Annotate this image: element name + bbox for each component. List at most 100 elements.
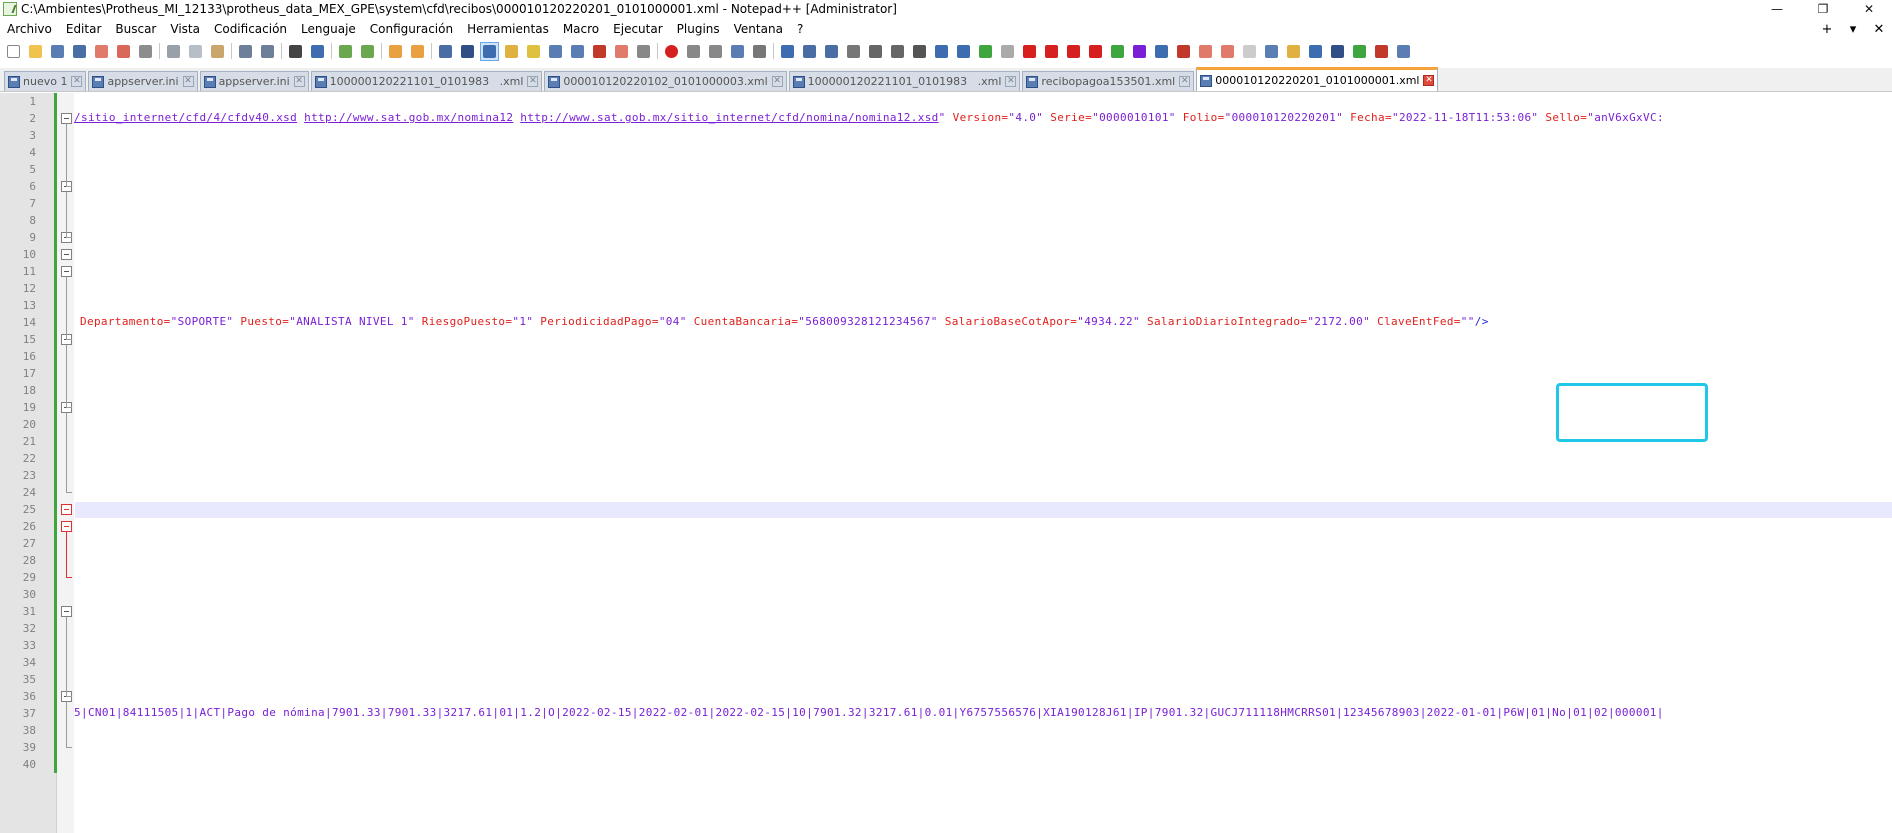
redo-icon[interactable] (258, 42, 277, 61)
xsd-link[interactable]: /sitio_internet/cfd/4/cfdv40.xsd (74, 111, 297, 124)
sync-vertical-icon[interactable] (386, 42, 405, 61)
plugin-icon-7[interactable] (954, 42, 973, 61)
new-file-icon[interactable] (4, 42, 23, 61)
menu-editar[interactable]: Editar (59, 22, 109, 36)
plugin-icon-1[interactable] (778, 42, 797, 61)
menu-buscar[interactable]: Buscar (108, 22, 163, 36)
menu-archivo[interactable]: Archivo (0, 22, 59, 36)
last-bookmark-icon[interactable] (1086, 42, 1105, 61)
close-icon[interactable] (92, 42, 111, 61)
tab-recibopagoa153501[interactable]: recibopagoa153501.xml ✕ (1022, 71, 1195, 91)
plugin-icon-4[interactable] (844, 42, 863, 61)
plugin-icon-12[interactable] (1174, 42, 1193, 61)
plugin-icon-11[interactable] (1152, 42, 1171, 61)
fold-toggle-icon[interactable] (61, 249, 72, 260)
prev-bookmark-icon[interactable] (1042, 42, 1061, 61)
fold-toggle-icon[interactable] (61, 521, 72, 532)
udl-icon[interactable] (502, 42, 521, 61)
menu-help[interactable]: ? (790, 22, 810, 36)
plugin-icon-19[interactable] (1350, 42, 1369, 61)
record-macro-icon[interactable] (662, 42, 681, 61)
save-all-icon[interactable] (70, 42, 89, 61)
plugin-icon-14[interactable] (1218, 42, 1237, 61)
tab-close-icon[interactable]: ✕ (1179, 76, 1191, 87)
tab-close-icon[interactable]: ✕ (527, 76, 539, 87)
nomina-xsd-link[interactable]: http://www.sat.gob.mx/sitio_internet/cfd… (520, 111, 938, 124)
plugin-icon-15[interactable] (1240, 42, 1259, 61)
sync-horizontal-icon[interactable] (408, 42, 427, 61)
plugin-icon-10[interactable] (1130, 42, 1149, 61)
fold-toggle-icon[interactable] (61, 113, 72, 124)
save-macro-icon[interactable] (750, 42, 769, 61)
menu-herramientas[interactable]: Herramientas (460, 22, 556, 36)
plugin-icon-13[interactable] (1196, 42, 1215, 61)
close-window-button[interactable]: ✕ (1846, 0, 1892, 18)
fold-toggle-icon[interactable] (61, 606, 72, 617)
arrow-down-icon[interactable] (888, 42, 907, 61)
plugin-icon-6[interactable] (932, 42, 951, 61)
tab-appserver-ini-1[interactable]: appserver.ini ✕ (88, 71, 198, 91)
copy-icon[interactable] (186, 42, 205, 61)
save-icon[interactable] (48, 42, 67, 61)
fold-toggle-icon[interactable] (61, 266, 72, 277)
find-icon[interactable] (286, 42, 305, 61)
plugin-icon-21[interactable] (1394, 42, 1413, 61)
replace-icon[interactable] (308, 42, 327, 61)
doc-map-icon[interactable] (524, 42, 543, 61)
new-tab-button[interactable]: + (1814, 22, 1840, 37)
plugin-icon-16[interactable] (1262, 42, 1281, 61)
tab-appserver-ini-2[interactable]: appserver.ini ✕ (199, 71, 309, 91)
next-bookmark-icon[interactable] (1064, 42, 1083, 61)
tab-xml-100000120221101-a[interactable]: 100000120221101_0101983 .xml ✕ (310, 71, 543, 91)
tab-list-button[interactable]: ▾ (1840, 22, 1866, 37)
indent-guide-icon[interactable] (480, 41, 499, 61)
word-wrap-icon[interactable] (436, 42, 455, 61)
menu-lenguaje[interactable]: Lenguaje (294, 22, 363, 36)
undo-icon[interactable] (236, 42, 255, 61)
menu-codificacion[interactable]: Codificación (207, 22, 294, 36)
arrow-up-icon[interactable] (866, 42, 885, 61)
restore-button[interactable]: ❐ (1800, 0, 1846, 18)
ampersand-icon[interactable] (1306, 42, 1325, 61)
cut-icon[interactable] (164, 42, 183, 61)
plugin-icon-8[interactable] (998, 42, 1017, 61)
print-icon[interactable] (136, 42, 155, 61)
editor-area[interactable]: 1 2 3 4 5 6 7 8 9 10 11 12 13 14 15 16 17 18 19 20 21 22 23 24 2… (0, 93, 1892, 833)
check-icon[interactable] (976, 42, 995, 61)
tab-xml-000010120220201-active[interactable]: 000010120220201_0101000001.xml ✕ (1196, 67, 1439, 91)
zoom-out-icon[interactable] (358, 42, 377, 61)
stop-macro-icon[interactable] (684, 42, 703, 61)
first-bookmark-icon[interactable] (1020, 42, 1039, 61)
clear-icon[interactable] (612, 42, 631, 61)
menu-vista[interactable]: Vista (163, 22, 207, 36)
fold-toggle-icon[interactable] (61, 504, 72, 515)
play-macro-icon[interactable] (706, 42, 725, 61)
close-doc-button[interactable]: ✕ (1866, 22, 1892, 37)
plugin-icon-5[interactable] (910, 42, 929, 61)
zoom-in-icon[interactable] (336, 42, 355, 61)
close-all-icon[interactable] (114, 42, 133, 61)
paste-icon[interactable] (208, 42, 227, 61)
folder-workspace-icon[interactable] (568, 42, 587, 61)
plugin-icon-18[interactable] (1328, 42, 1347, 61)
monitoring-icon[interactable] (590, 42, 609, 61)
minimize-button[interactable]: — (1754, 0, 1800, 18)
plugin-icon-17[interactable] (1284, 42, 1303, 61)
tab-xml-100000120221101-b[interactable]: 100000120221101_0101983 .xml ✕ (788, 71, 1021, 91)
plugin-icon-3[interactable] (822, 42, 841, 61)
tab-close-icon[interactable]: ✕ (293, 76, 305, 87)
tab-nuevo-1[interactable]: nuevo 1 ✕ (4, 71, 87, 91)
menu-ejecutar[interactable]: Ejecutar (606, 22, 670, 36)
plugin-icon-20[interactable] (1372, 42, 1391, 61)
menu-ventana[interactable]: Ventana (727, 22, 790, 36)
function-list-icon[interactable] (546, 42, 565, 61)
tab-close-icon[interactable]: ✕ (182, 76, 194, 87)
run-macro-multiple-icon[interactable] (728, 42, 747, 61)
tab-xml-000010120220102[interactable]: 000010120220102_0101000003.xml ✕ (544, 71, 787, 91)
open-file-icon[interactable] (26, 42, 45, 61)
plugin-icon-2[interactable] (800, 42, 819, 61)
plugin-icon-9[interactable] (1108, 42, 1127, 61)
show-all-chars-icon[interactable] (458, 42, 477, 61)
tab-close-icon[interactable]: ✕ (71, 76, 83, 87)
eye-icon[interactable] (634, 42, 653, 61)
